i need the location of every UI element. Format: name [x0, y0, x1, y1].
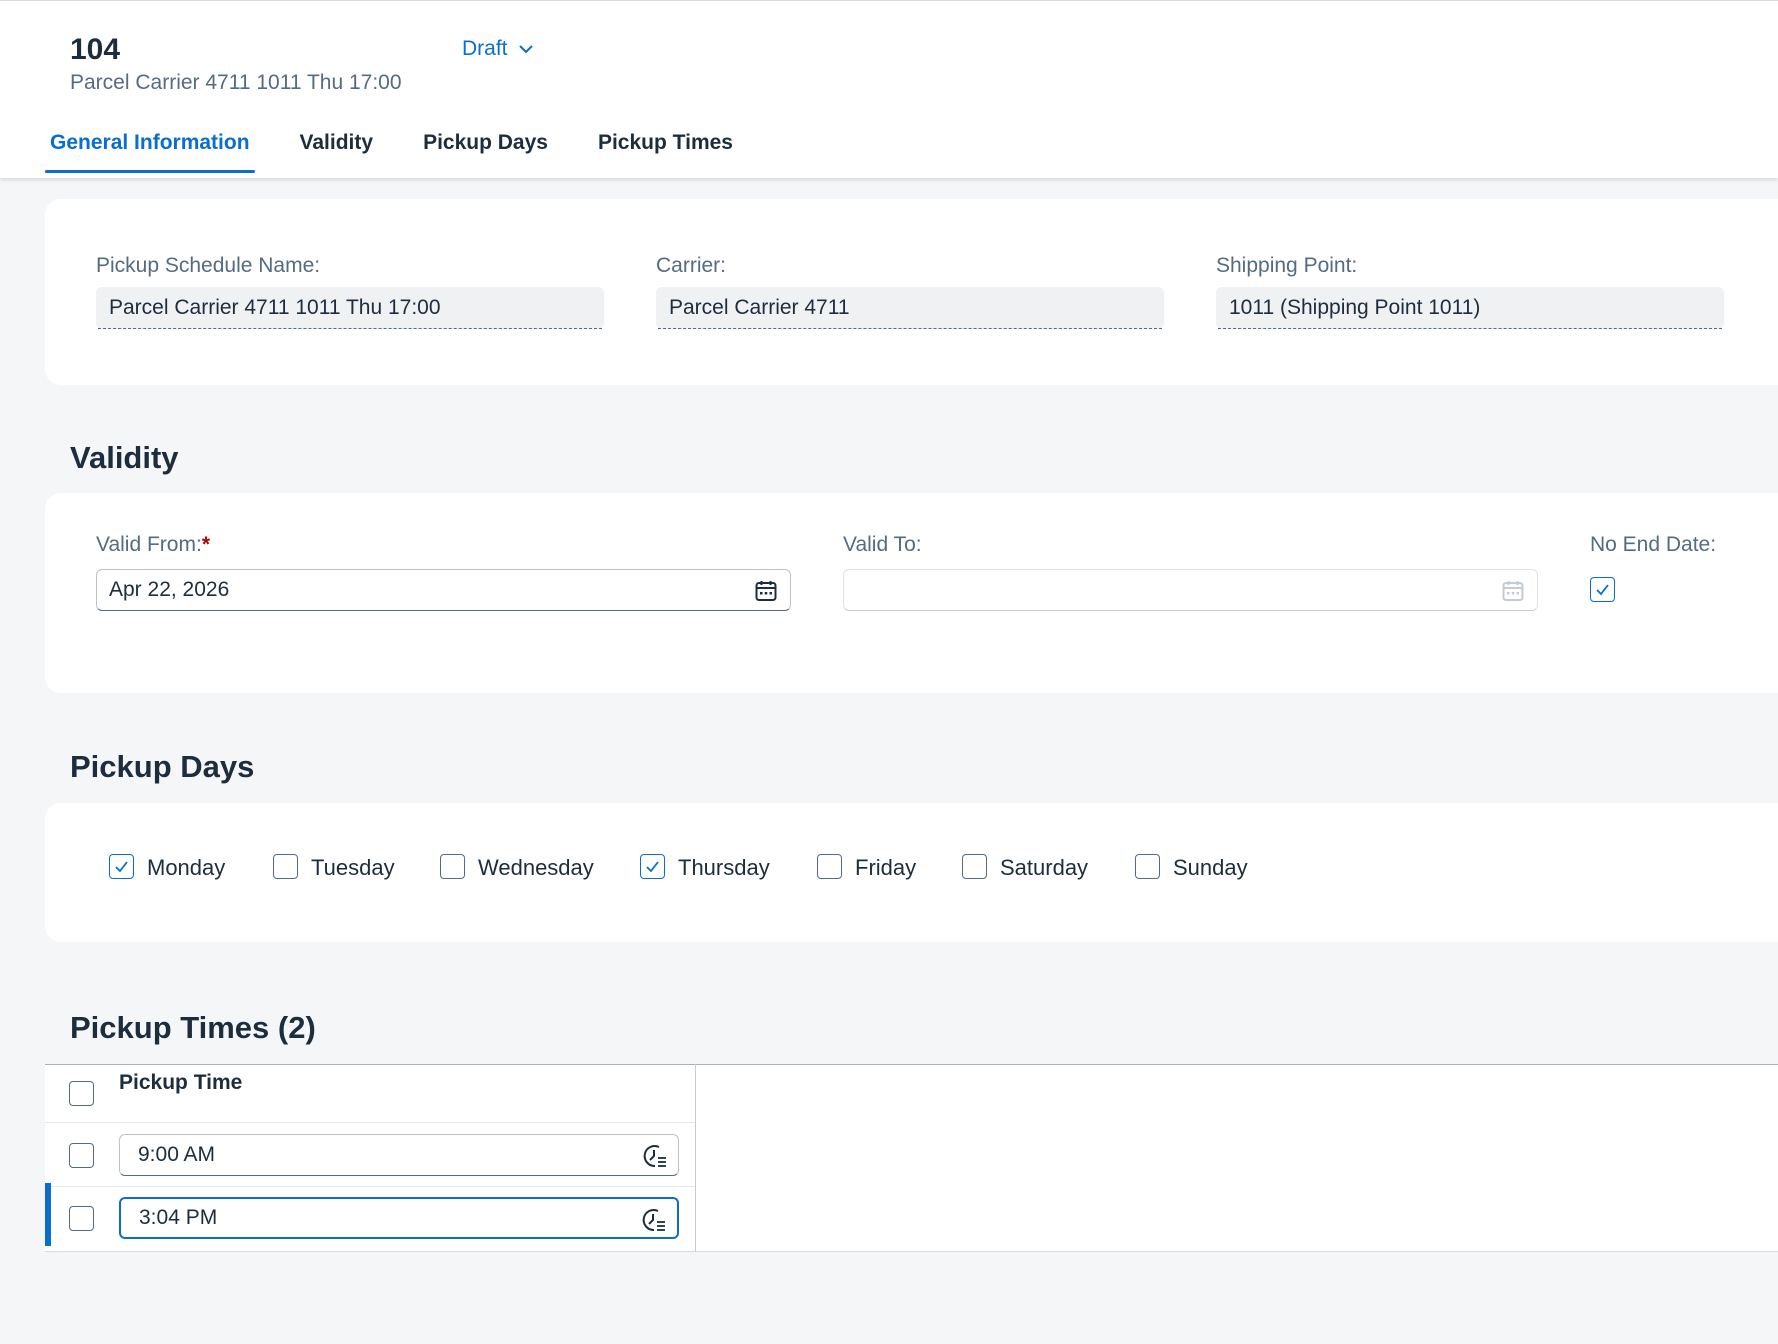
- valid-to-datepicker[interactable]: [843, 569, 1538, 611]
- saturday-checkbox[interactable]: [962, 854, 987, 879]
- row-2-checkbox[interactable]: [69, 1206, 94, 1231]
- valid-to-label: Valid To:: [843, 533, 922, 556]
- anchor-bar: General Information Validity Pickup Days…: [45, 129, 778, 173]
- active-row-indicator: [45, 1183, 51, 1246]
- tab-validity[interactable]: Validity: [295, 129, 379, 173]
- valid-from-label-text: Valid From:: [96, 533, 202, 556]
- draft-label: Draft: [462, 37, 508, 60]
- thursday-label: Thursday: [678, 855, 770, 880]
- table-column-divider: [695, 1064, 696, 1252]
- pickup-days-section-title: Pickup Days: [70, 749, 255, 784]
- object-page-header: 104 Parcel Carrier 4711 1011 Thu 17:00 D…: [0, 0, 1778, 178]
- pickup-time-input-1[interactable]: 9:00 AM: [119, 1134, 679, 1176]
- calendar-icon: [1502, 581, 1524, 601]
- tab-general-information[interactable]: General Information: [45, 129, 255, 173]
- no-end-date-checkbox[interactable]: [1590, 577, 1615, 602]
- pickup-time-value: 9:00 AM: [138, 1143, 216, 1166]
- object-title: 104: [70, 33, 121, 66]
- checkmark-icon: [115, 861, 128, 873]
- saturday-label: Saturday: [1000, 855, 1089, 880]
- no-end-date-label: No End Date:: [1590, 533, 1717, 556]
- shipping-point-field: 1011 (Shipping Point 1011): [1216, 287, 1724, 329]
- validity-section-title: Validity: [70, 440, 179, 475]
- select-all-checkbox[interactable]: [69, 1081, 94, 1106]
- pickup-time-column-header: Pickup Time: [119, 1071, 243, 1094]
- checkmark-icon: [646, 861, 659, 873]
- sunday-label: Sunday: [1173, 855, 1248, 880]
- row-divider: [45, 1122, 695, 1123]
- friday-label: Friday: [855, 855, 917, 880]
- row-divider: [45, 1186, 695, 1187]
- chevron-down-icon: [518, 45, 533, 54]
- pickup-times-section-title: Pickup Times (2): [70, 1010, 316, 1045]
- calendar-icon[interactable]: [754, 579, 778, 603]
- checkmark-icon: [1596, 584, 1609, 596]
- schedule-name-label: Pickup Schedule Name:: [96, 254, 321, 277]
- carrier-label: Carrier:: [656, 254, 727, 277]
- tuesday-checkbox[interactable]: [273, 854, 298, 879]
- schedule-name-field: Parcel Carrier 4711 1011 Thu 17:00: [96, 287, 604, 329]
- monday-checkbox[interactable]: [109, 854, 134, 879]
- sunday-checkbox[interactable]: [1135, 854, 1160, 879]
- carrier-field: Parcel Carrier 4711: [656, 287, 1164, 329]
- draft-status-button[interactable]: Draft: [462, 37, 534, 61]
- tab-pickup-times[interactable]: Pickup Times: [593, 129, 738, 173]
- friday-checkbox[interactable]: [817, 854, 842, 879]
- required-marker: *: [201, 533, 210, 556]
- monday-label: Monday: [147, 855, 226, 880]
- valid-from-datepicker[interactable]: Apr 22, 2026: [96, 569, 791, 611]
- pickup-time-value: 3:04 PM: [139, 1206, 218, 1229]
- thursday-checkbox[interactable]: [640, 854, 665, 879]
- wednesday-label: Wednesday: [478, 855, 594, 880]
- shipping-point-label: Shipping Point:: [1216, 254, 1358, 277]
- time-picker-icon[interactable]: [641, 1207, 667, 1233]
- wednesday-checkbox[interactable]: [440, 854, 465, 879]
- tab-pickup-days[interactable]: Pickup Days: [418, 129, 553, 173]
- pickup-time-input-2[interactable]: 3:04 PM: [119, 1197, 679, 1239]
- valid-from-label: Valid From:*: [96, 533, 210, 557]
- valid-from-value: Apr 22, 2026: [109, 578, 230, 601]
- time-picker-icon[interactable]: [642, 1143, 668, 1169]
- tuesday-label: Tuesday: [311, 855, 395, 880]
- row-1-checkbox[interactable]: [69, 1143, 94, 1168]
- object-subtitle: Parcel Carrier 4711 1011 Thu 17:00: [70, 71, 402, 94]
